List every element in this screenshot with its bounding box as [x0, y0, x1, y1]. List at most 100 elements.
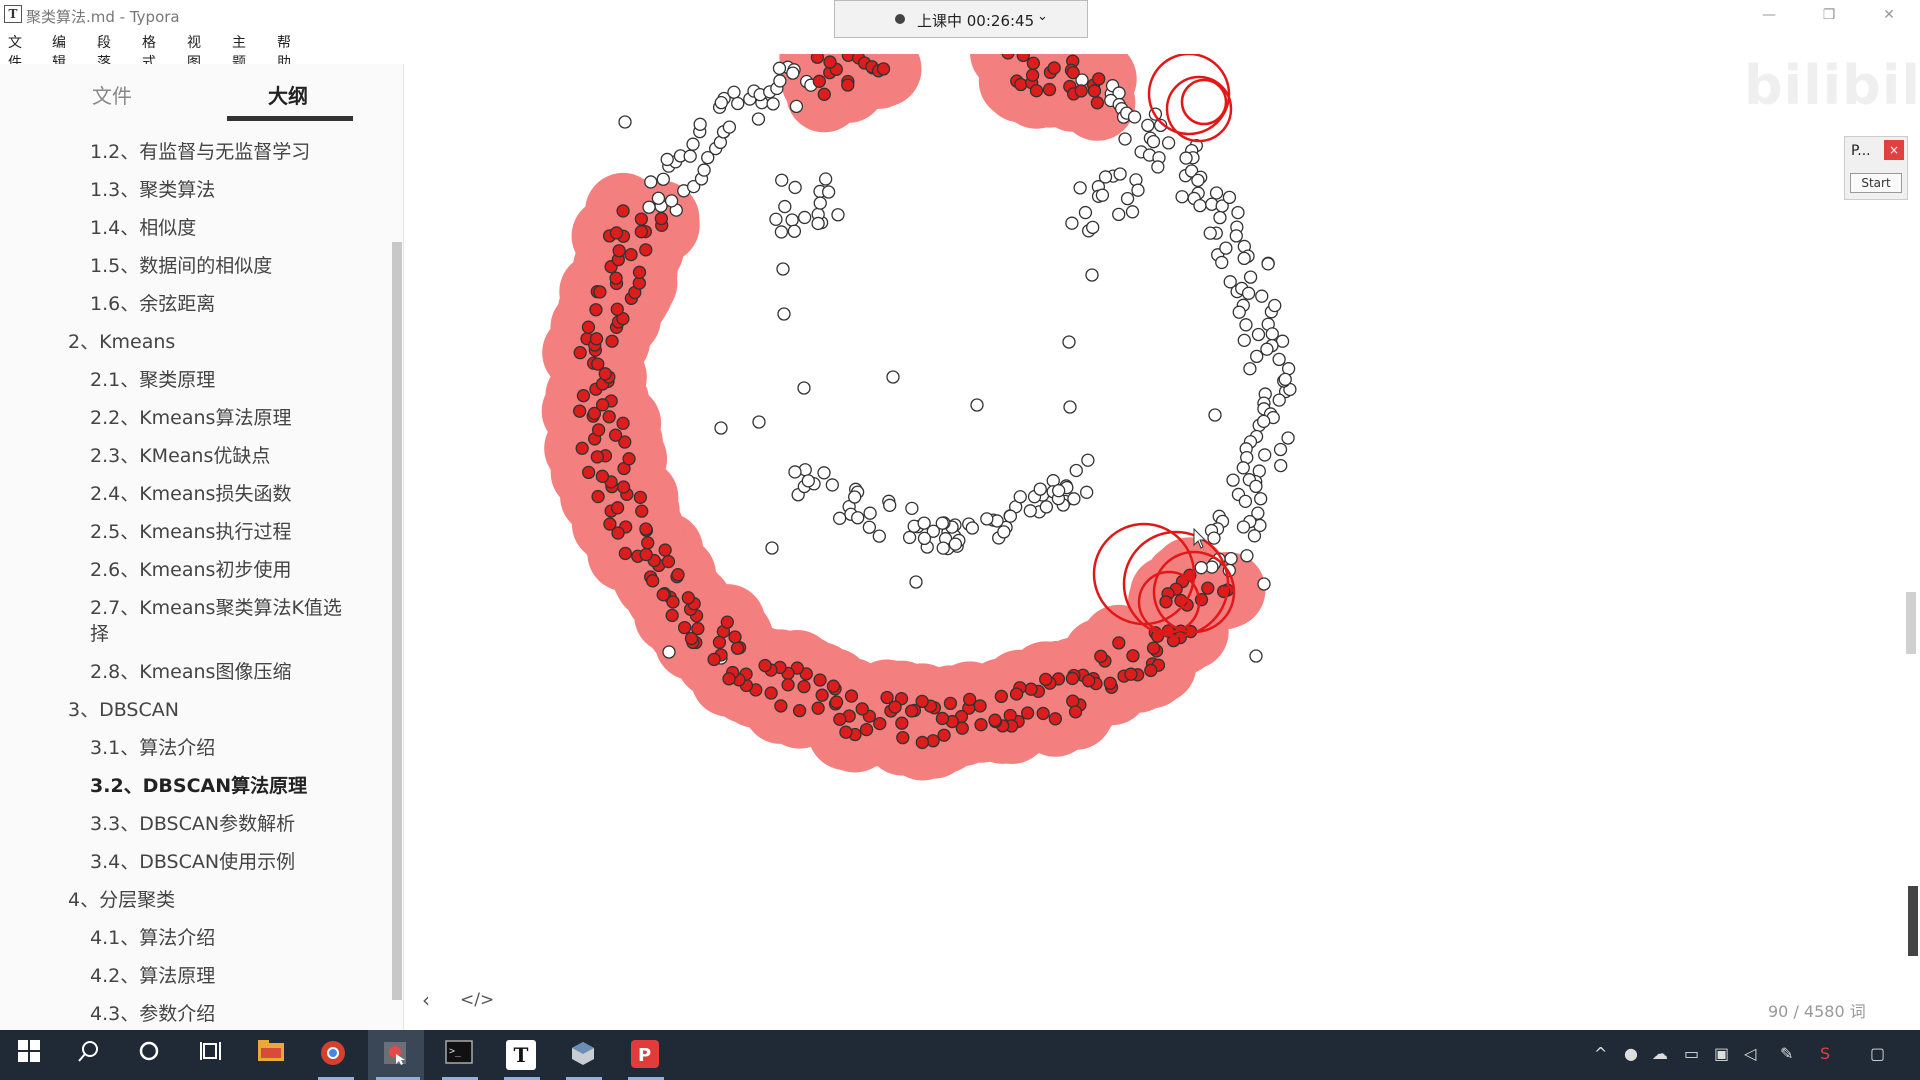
notification-icon[interactable]: ▢ — [1870, 1044, 1885, 1063]
source-code-toggle[interactable]: </> — [460, 990, 494, 1010]
screen-capture-icon[interactable] — [380, 1040, 410, 1070]
svg-text:>_: >_ — [449, 1046, 462, 1057]
toc-item-continuation[interactable]: 择 — [90, 619, 109, 646]
noise-point — [1118, 132, 1132, 146]
windows-start-icon[interactable] — [14, 1040, 44, 1070]
typora-icon[interactable]: T — [506, 1040, 536, 1070]
prev-nav-icon[interactable]: ‹ — [422, 988, 430, 1012]
core-point — [639, 243, 653, 257]
core-point — [792, 703, 807, 718]
core-point — [608, 428, 623, 442]
tray-app-icon[interactable]: ● — [1624, 1044, 1638, 1063]
toc-item[interactable]: 4、分层聚类 — [68, 885, 175, 912]
toc-item[interactable]: 1.3、聚类算法 — [90, 175, 215, 202]
toc-item[interactable]: 2.8、Kmeans图像压缩 — [90, 657, 291, 684]
core-point — [904, 704, 919, 718]
input-method-icon[interactable]: S — [1820, 1044, 1830, 1063]
noise-point — [618, 115, 632, 129]
noise-point — [1239, 318, 1253, 332]
noise-point — [1207, 531, 1221, 545]
cortana-icon[interactable] — [134, 1040, 164, 1070]
toc-item[interactable]: 3.1、算法介绍 — [90, 733, 215, 760]
noise-point — [1194, 561, 1208, 575]
core-point — [813, 673, 827, 687]
smile-point — [872, 529, 886, 543]
onedrive-icon[interactable]: ☁ — [1652, 1044, 1668, 1063]
core-point — [641, 536, 655, 550]
smile-point — [848, 490, 862, 504]
tray-device-icon[interactable]: ▭ — [1684, 1044, 1699, 1063]
toc-item[interactable]: 4.2、算法原理 — [90, 961, 215, 988]
toc-item[interactable]: 3.3、DBSCAN参数解析 — [90, 809, 295, 836]
task-view-icon[interactable] — [196, 1040, 226, 1070]
core-point — [963, 692, 977, 707]
toc-item[interactable]: 2.2、Kmeans算法原理 — [90, 403, 291, 430]
app-cube-icon[interactable] — [568, 1040, 598, 1070]
core-point — [622, 452, 636, 466]
toc-item[interactable]: 1.2、有监督与无监督学习 — [90, 137, 310, 164]
pen-icon[interactable]: ✎ — [1780, 1044, 1793, 1063]
core-point — [691, 622, 705, 636]
network-icon[interactable]: ▣ — [1714, 1044, 1729, 1063]
core-point — [1092, 72, 1106, 86]
search-icon[interactable] — [74, 1040, 104, 1070]
noise-point — [644, 175, 658, 189]
minimize-button[interactable]: — — [1746, 2, 1792, 28]
toc-item[interactable]: 2.6、Kmeans初步使用 — [90, 555, 291, 582]
tray-overflow-icon[interactable]: ^ — [1594, 1044, 1607, 1063]
widget-close-button[interactable]: × — [1884, 140, 1904, 160]
close-button[interactable]: ✕ — [1866, 2, 1912, 28]
wps-pdf-icon[interactable]: P — [630, 1040, 660, 1070]
eye-point — [1095, 188, 1110, 202]
eye-point — [1098, 170, 1113, 184]
sidebar-scrollbar[interactable] — [392, 242, 402, 1000]
toc-item[interactable]: 1.6、余弦距离 — [90, 289, 215, 316]
editor-pane[interactable]: bilibili P... × Start ‹ </> 90 / 4580 词 — [404, 54, 1920, 1030]
core-point — [610, 501, 625, 515]
noise-point — [1237, 333, 1251, 347]
core-point — [661, 554, 676, 569]
core-point — [656, 588, 670, 602]
noise-point — [662, 645, 676, 659]
chevron-down-icon[interactable]: ⌄ — [1037, 9, 1048, 24]
terminal-icon[interactable]: >_ — [444, 1040, 474, 1070]
core-point — [810, 54, 825, 64]
core-point — [605, 334, 619, 348]
noise-point — [886, 370, 900, 384]
restore-button[interactable]: ❐ — [1806, 2, 1852, 28]
tab-files[interactable]: 文件 — [92, 80, 132, 109]
core-point — [937, 728, 951, 742]
toc-item[interactable]: 2.4、Kmeans损失函数 — [90, 479, 291, 506]
toc-item[interactable]: 1.4、相似度 — [90, 213, 196, 240]
volume-icon[interactable]: ◁ — [1744, 1044, 1756, 1063]
class-status-pill[interactable]: 上课中 00:26:45 ⌄ — [834, 0, 1088, 38]
file-explorer-icon[interactable] — [256, 1040, 286, 1070]
toc-item[interactable]: 3、DBSCAN — [68, 695, 179, 722]
core-point — [593, 285, 607, 299]
core-point — [624, 247, 638, 262]
toc-item[interactable]: 4.1、算法介绍 — [90, 923, 215, 950]
toc-item[interactable]: 2.5、Kmeans执行过程 — [90, 517, 291, 544]
core-point — [1042, 82, 1057, 97]
widget-start-button[interactable]: Start — [1850, 173, 1902, 193]
eye-point — [787, 224, 802, 238]
eye-point — [797, 210, 812, 225]
editor-scroll-handle[interactable] — [1908, 886, 1918, 956]
noise-point — [1251, 327, 1266, 342]
core-point — [590, 450, 604, 464]
toc-item-active[interactable]: 3.2、DBSCAN算法原理 — [90, 771, 307, 798]
noise-point — [773, 74, 787, 88]
toc-item[interactable]: 4.3、参数介绍 — [90, 999, 215, 1026]
chrome-icon[interactable] — [318, 1040, 348, 1070]
toc-item[interactable]: 2.3、KMeans优缺点 — [90, 441, 270, 468]
toc-item[interactable]: 2.1、聚类原理 — [90, 365, 215, 392]
core-point — [1201, 581, 1215, 595]
toc-item[interactable]: 2、Kmeans — [68, 327, 175, 354]
toc-item[interactable]: 3.4、DBSCAN使用示例 — [90, 847, 295, 874]
tab-outline[interactable]: 大纲 — [268, 80, 308, 109]
word-count[interactable]: 90 / 4580 词 — [1768, 998, 1866, 1022]
toc-item[interactable]: 1.5、数据间的相似度 — [90, 251, 272, 278]
toc-item[interactable]: 2.7、Kmeans聚类算法K值选 — [90, 593, 342, 620]
editor-scrollbar[interactable] — [1906, 592, 1916, 654]
smile-point — [1033, 482, 1047, 496]
